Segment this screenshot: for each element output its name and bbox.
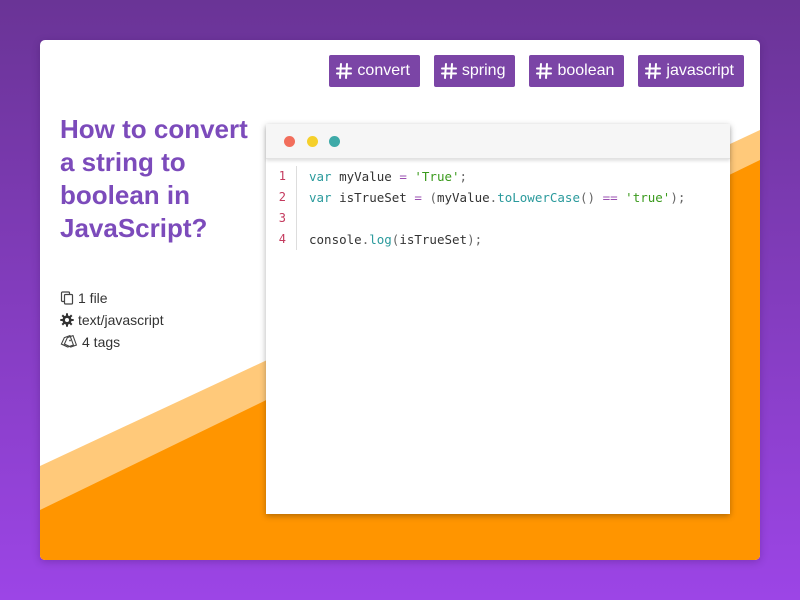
language: text/javascript <box>78 312 164 328</box>
code-token: 'true' <box>625 190 671 205</box>
code-token: isTrueSet <box>399 232 468 247</box>
code-token: toLowerCase <box>497 190 580 205</box>
code-token: ( <box>429 190 437 205</box>
code-text: console.log(isTrueSet); <box>297 229 482 250</box>
meta-tags: 4 tags <box>60 331 164 353</box>
code-block[interactable]: 1 var myValue = 'True'; 2 var isTrueSet = (… <box>266 166 730 250</box>
code-line: 4 console.log(isTrueSet); <box>266 229 730 250</box>
code-token: == <box>602 190 618 205</box>
meta-language: text/javascript <box>60 309 164 331</box>
code-token: var <box>309 169 332 184</box>
code-line: 1 var myValue = 'True'; <box>266 166 730 187</box>
close-dot[interactable] <box>284 136 295 147</box>
code-token: ); <box>467 232 483 247</box>
code-line: 3 <box>266 208 730 229</box>
code-window: 1 var myValue = 'True'; 2 var isTrueSet = (… <box>266 124 730 514</box>
file-copy-icon <box>60 291 74 305</box>
code-token: ; <box>459 169 468 184</box>
code-token: console <box>309 232 362 247</box>
tag-boolean[interactable]: boolean <box>529 55 625 87</box>
hash-icon <box>645 63 662 79</box>
code-token: 'True' <box>414 169 460 184</box>
tag-label: spring <box>461 62 506 79</box>
line-number: 3 <box>266 208 297 229</box>
meta-files: 1 file <box>60 287 164 309</box>
code-token: var <box>309 190 332 205</box>
line-number: 4 <box>266 229 297 250</box>
window-titlebar <box>266 124 730 159</box>
hash-icon <box>440 63 457 79</box>
gear-icon <box>60 313 74 327</box>
file-count: 1 file <box>78 290 108 306</box>
code-token: = <box>399 169 407 184</box>
line-number: 1 <box>266 166 297 187</box>
snippet-meta: 1 file text/javascript 4 tags <box>60 287 164 353</box>
code-token: () <box>579 190 596 205</box>
tags-icon <box>60 335 78 348</box>
tag-javascript[interactable]: javascript <box>638 55 744 87</box>
maximize-dot[interactable] <box>329 136 340 147</box>
tag-label: convert <box>357 62 410 79</box>
snippet-card: convert spring boolean javascript How to… <box>40 40 760 560</box>
code-token: = <box>414 190 422 205</box>
code-token: myValue <box>436 190 490 205</box>
line-number: 2 <box>266 187 297 208</box>
code-token: myValue <box>331 169 400 184</box>
tag-list: convert spring boolean javascript <box>329 55 744 87</box>
hash-icon <box>336 63 353 79</box>
hash-icon <box>536 63 553 79</box>
code-text: var myValue = 'True'; <box>297 166 467 187</box>
tag-label: boolean <box>557 62 615 79</box>
code-token: ); <box>670 190 686 205</box>
tag-count: 4 tags <box>82 334 121 350</box>
page-title: How to convert a string to boolean in Ja… <box>60 114 248 243</box>
tag-spring[interactable]: spring <box>433 55 516 87</box>
tag-convert[interactable]: convert <box>329 55 420 87</box>
minimize-dot[interactable] <box>307 136 318 147</box>
code-line: 2 var isTrueSet = (myValue.toLowerCase() … <box>266 187 730 208</box>
tag-label: javascript <box>666 62 734 79</box>
code-token: log <box>369 232 392 247</box>
code-token: isTrueSet <box>331 190 415 205</box>
code-text: var isTrueSet = (myValue.toLowerCase() =… <box>297 187 685 208</box>
